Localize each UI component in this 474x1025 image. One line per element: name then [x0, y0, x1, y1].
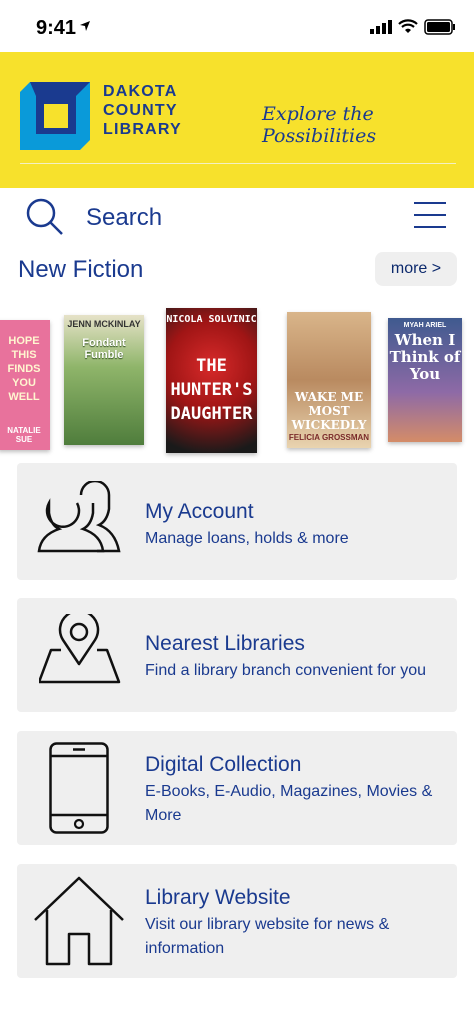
book-title: When I Think of You — [389, 331, 461, 383]
book-author: NICOLA SOLVINIC — [166, 314, 257, 325]
library-name: DAKOTA COUNTY LIBRARY — [103, 82, 182, 139]
my-account-card[interactable]: My Account Manage loans, holds & more — [17, 463, 457, 580]
search-label[interactable]: Search — [86, 204, 162, 232]
book-carousel[interactable]: HOPE THIS FINDS YOU WELL NATALIE SUE JEN… — [0, 300, 474, 460]
book-author: JENN MCKINLAY — [67, 319, 141, 329]
my-account-desc: Manage loans, holds & more — [145, 530, 349, 547]
tagline: Explore the Possibilities — [262, 103, 377, 147]
menu-icon[interactable] — [414, 202, 446, 230]
header-banner: DAKOTA COUNTY LIBRARY Explore the Possib… — [0, 52, 474, 188]
book-cover[interactable]: JENN MCKINLAY Fondant Fumble — [64, 315, 144, 445]
wifi-icon — [398, 19, 418, 33]
library-website-title: Library Website — [145, 886, 291, 909]
book-title: THE HUNTER'S DAUGHTER — [170, 356, 253, 424]
digital-collection-title: Digital Collection — [145, 753, 302, 776]
book-cover[interactable]: MYAH ARIEL When I Think of You — [388, 318, 462, 442]
digital-collection-card[interactable]: Digital Collection E-Books, E-Audio, Mag… — [17, 731, 457, 845]
phone-icon — [49, 742, 109, 834]
home-icon — [34, 876, 124, 966]
book-author: NATALIE SUE — [7, 426, 41, 444]
location-arrow-icon — [80, 21, 90, 31]
logo-line-2: COUNTY — [103, 102, 178, 119]
book-author: FELICIA GROSSMAN — [288, 433, 370, 442]
status-bar: 9:41 — [0, 0, 474, 52]
book-title: Fondant Fumble — [82, 337, 126, 361]
battery-icon — [424, 19, 455, 35]
my-account-title: My Account — [145, 500, 254, 523]
logo-line-1: DAKOTA — [103, 83, 178, 100]
header-divider — [20, 163, 456, 164]
nearest-libraries-title: Nearest Libraries — [145, 632, 305, 655]
map-pin-icon — [39, 614, 121, 684]
book-cover[interactable]: NICOLA SOLVINIC THE HUNTER'S DAUGHTER — [166, 308, 257, 453]
nearest-libraries-card[interactable]: Nearest Libraries Find a library branch … — [17, 598, 457, 712]
digital-collection-desc: E-Books, E-Audio, Magazines, Movies & Mo… — [145, 783, 433, 824]
logo-line-3: LIBRARY — [103, 121, 182, 138]
library-website-desc: Visit our library website for news & inf… — [145, 916, 390, 957]
library-website-card[interactable]: Library Website Visit our library websit… — [17, 864, 457, 978]
library-logo-icon — [20, 82, 90, 150]
status-time: 9:41 — [36, 17, 77, 39]
new-fiction-title: New Fiction — [18, 256, 144, 283]
nearest-libraries-desc: Find a library branch convenient for you — [145, 662, 427, 679]
more-button[interactable]: more > — [375, 252, 457, 286]
users-icon — [37, 481, 121, 553]
book-author: MYAH ARIEL — [403, 322, 447, 329]
search-icon[interactable] — [26, 198, 64, 236]
book-cover[interactable]: WAKE ME MOST WICKEDLY FELICIA GROSSMAN — [287, 312, 371, 448]
signal-icon — [370, 20, 392, 34]
book-title: WAKE ME MOST WICKEDLY — [291, 390, 367, 432]
search-bar[interactable]: Search — [0, 188, 474, 246]
book-cover[interactable]: HOPE THIS FINDS YOU WELL NATALIE SUE — [0, 320, 50, 450]
book-title: HOPE THIS FINDS YOU WELL — [7, 335, 41, 403]
